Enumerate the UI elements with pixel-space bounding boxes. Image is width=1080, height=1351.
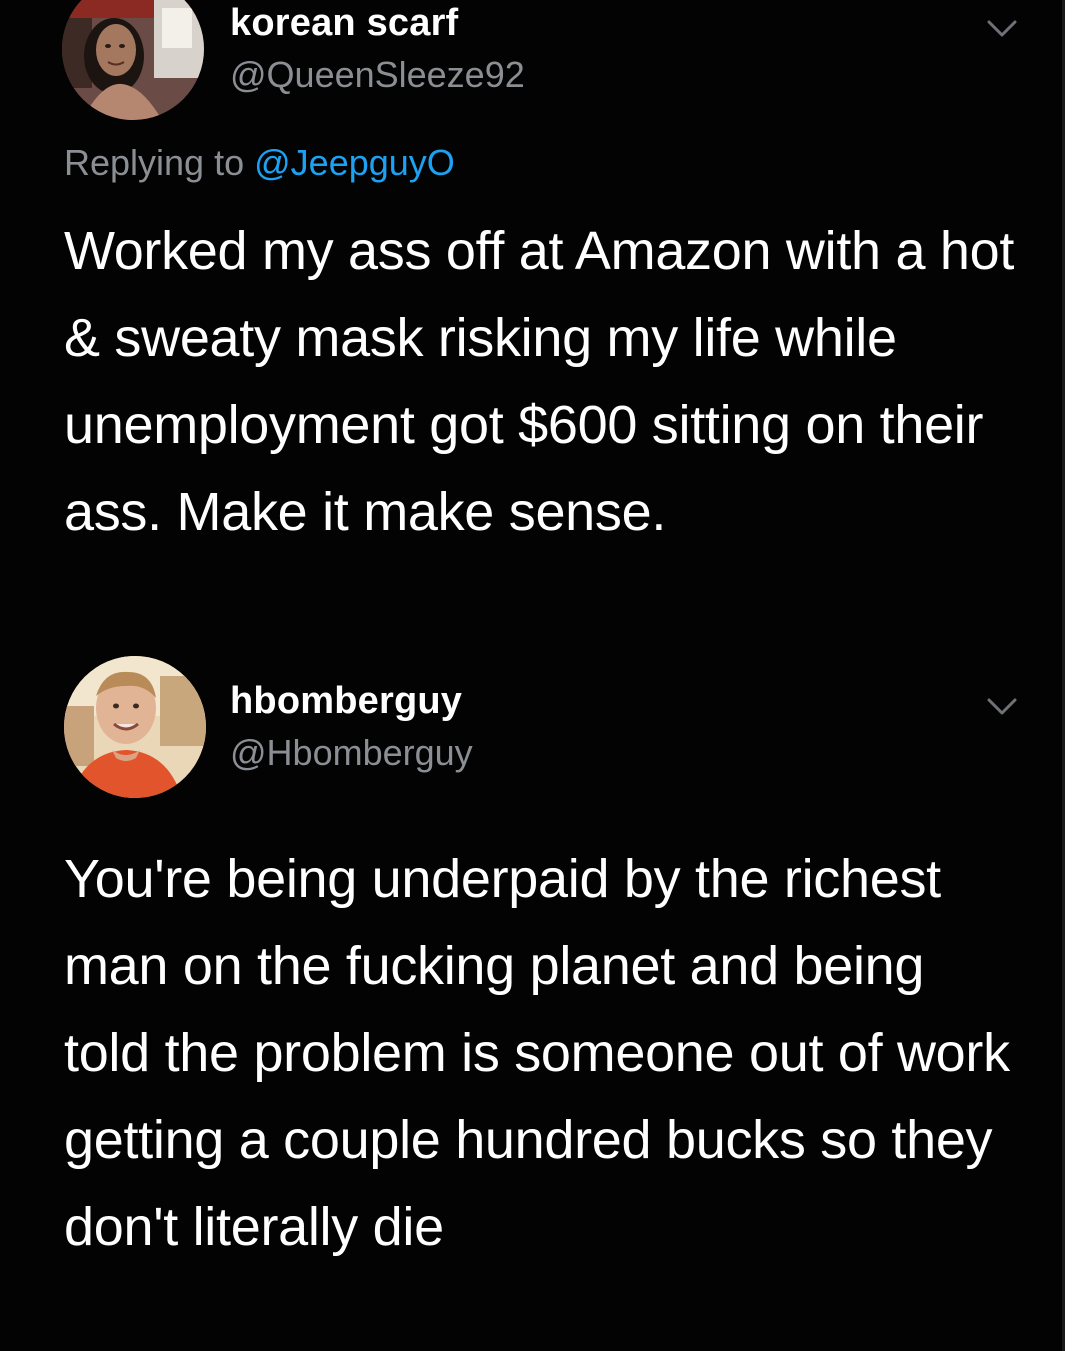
user-handle[interactable]: @QueenSleeze92 — [230, 54, 525, 96]
avatar-photo — [64, 656, 206, 798]
tweet-korean-scarf: korean scarf @QueenSleeze92 Replying to … — [0, 0, 1062, 650]
display-name[interactable]: hbomberguy — [230, 680, 462, 723]
tweet-text: Worked my ass off at Amazon with a hot &… — [64, 221, 1015, 542]
avatar[interactable] — [62, 0, 204, 120]
replying-to-line: Replying to @JeepguyO — [64, 142, 455, 184]
chevron-down-icon[interactable] — [985, 18, 1019, 40]
display-name[interactable]: korean scarf — [230, 2, 458, 45]
avatar[interactable] — [64, 656, 206, 798]
reply-mention-link[interactable]: @JeepguyO — [254, 142, 455, 183]
chevron-down-icon[interactable] — [985, 696, 1019, 718]
replying-to-label: Replying to — [64, 142, 245, 183]
tweet-thread-screenshot: korean scarf @QueenSleeze92 Replying to … — [0, 0, 1065, 1351]
tweet-text: You're being underpaid by the richest ma… — [64, 849, 1010, 1257]
tweet-hbomberguy: hbomberguy @Hbomberguy You're being unde… — [0, 650, 1062, 1351]
user-handle[interactable]: @Hbomberguy — [230, 732, 473, 774]
avatar-photo — [62, 0, 204, 120]
